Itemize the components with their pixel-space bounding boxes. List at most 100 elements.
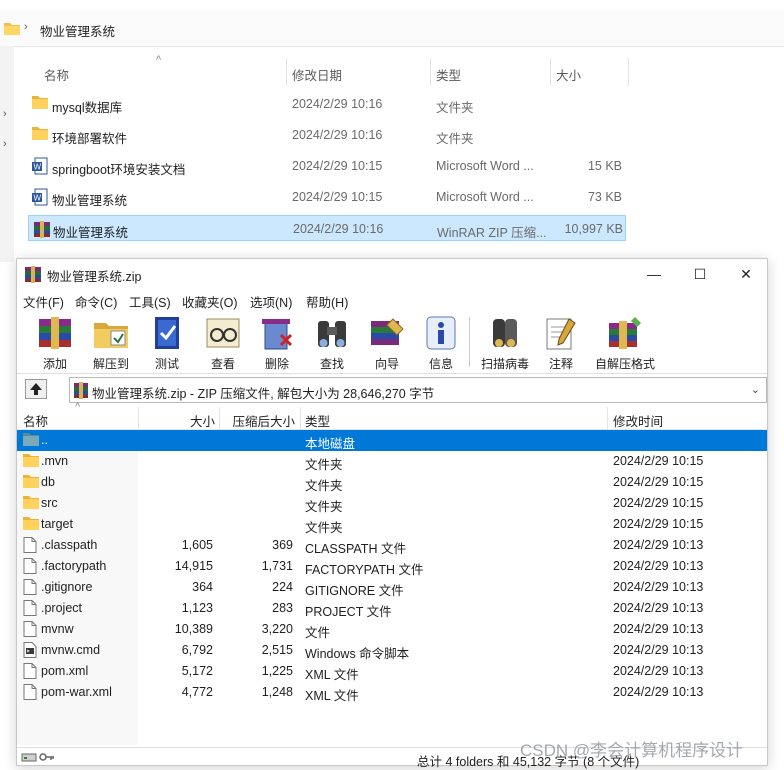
entry-type: FACTORYPATH 文件 bbox=[305, 563, 424, 577]
watermark: CSDN @李会计算机程序设计 bbox=[520, 741, 744, 760]
entry-type: Windows 命令脚本 bbox=[305, 647, 410, 661]
drive-icon bbox=[21, 751, 37, 763]
archive-row[interactable]: .gitignore 364 224 GITIGNORE 文件 2024/2/29 10… bbox=[17, 577, 767, 598]
archive-row[interactable]: pom.xml 5,172 1,225 XML 文件 2024/2/29 10:13 bbox=[17, 661, 767, 682]
extract-to-button[interactable]: 解压到 bbox=[85, 313, 137, 371]
chevron-right-icon[interactable]: › bbox=[3, 108, 7, 120]
up-folder-button[interactable] bbox=[25, 379, 47, 399]
close-button[interactable]: ✕ bbox=[723, 259, 769, 289]
archive-row[interactable]: mvnw 10,389 3,220 文件 2024/2/29 10:13 bbox=[17, 619, 767, 640]
toolbar-separator bbox=[469, 317, 470, 367]
find-button[interactable]: 查找 bbox=[306, 313, 358, 371]
entry-name: src bbox=[41, 496, 58, 510]
file-type: 文件夹 bbox=[436, 132, 474, 146]
archive-row[interactable]: db 文件夹 2024/2/29 10:15 bbox=[17, 472, 767, 493]
entry-modified: 2024/2/29 10:15 bbox=[613, 475, 704, 489]
entry-type: 文件夹 bbox=[305, 500, 343, 514]
entry-name: db bbox=[41, 475, 55, 489]
test-button[interactable]: 测试 bbox=[141, 313, 193, 371]
archive-row[interactable]: mvnw.cmd 6,792 2,515 Windows 命令脚本 2024/2/29 … bbox=[17, 640, 767, 661]
file-size: 15 KB bbox=[587, 159, 622, 173]
folder-icon bbox=[23, 495, 39, 509]
explorer-file-row[interactable]: mysql数据库 2024/2/29 10:16 文件夹 bbox=[28, 91, 626, 117]
entry-name: .. bbox=[41, 433, 48, 447]
file-name: 物业管理系统 bbox=[53, 226, 129, 240]
entry-type: XML 文件 bbox=[305, 668, 359, 682]
explorer-file-row[interactable]: 物业管理系统 2024/2/29 10:16 WinRAR ZIP 压缩... 10,… bbox=[28, 215, 626, 241]
chevron-right-icon: › bbox=[24, 21, 28, 33]
parent-folder-icon bbox=[23, 432, 39, 446]
chevron-down-icon: ⌄ bbox=[750, 384, 760, 396]
folder-icon bbox=[32, 126, 48, 140]
col-name[interactable]: 名称 bbox=[23, 411, 48, 430]
archive-row[interactable]: .project 1,123 283 PROJECT 文件 2024/2/29 10:1… bbox=[17, 598, 767, 619]
column-type[interactable]: 类型 bbox=[436, 65, 461, 84]
col-packed[interactable]: 压缩后大小 bbox=[225, 411, 295, 430]
file-explorer-window: › 物业管理系统 › › 名称 ^ 修改日期 类型 大小 mysql数据库 202… bbox=[0, 0, 784, 262]
window-title: 物业管理系统.zip bbox=[47, 270, 142, 284]
address-bar[interactable]: › 物业管理系统 bbox=[0, 10, 784, 47]
folder-icon bbox=[23, 516, 39, 530]
file-icon bbox=[23, 600, 37, 616]
delete-button[interactable]: 删除 bbox=[251, 313, 303, 371]
cmd-script-icon bbox=[23, 642, 37, 658]
explorer-column-header: 名称 ^ 修改日期 类型 大小 bbox=[28, 54, 629, 86]
archive-row[interactable]: target 文件夹 2024/2/29 10:15 bbox=[17, 514, 767, 535]
archive-path-dropdown[interactable]: 物业管理系统.zip - ZIP 压缩文件, 解包大小为 28,646,270 … bbox=[69, 377, 767, 403]
col-type[interactable]: 类型 bbox=[305, 411, 330, 430]
file-type: 文件夹 bbox=[436, 101, 474, 115]
archive-row[interactable]: src 文件夹 2024/2/29 10:15 bbox=[17, 493, 767, 514]
file-date: 2024/2/29 10:15 bbox=[292, 190, 383, 204]
col-size[interactable]: 大小 bbox=[167, 411, 215, 430]
explorer-file-row[interactable]: W 物业管理系统 2024/2/29 10:15 Microsoft Word ...… bbox=[28, 184, 626, 210]
view-button[interactable]: 查看 bbox=[197, 313, 249, 371]
entry-modified: 2024/2/29 10:13 bbox=[613, 685, 704, 699]
menu-commands[interactable]: 命令(C) bbox=[75, 292, 117, 311]
entry-type: 文件 bbox=[305, 626, 331, 640]
entry-modified: 2024/2/29 10:13 bbox=[613, 601, 704, 615]
comment-button[interactable]: 注释 bbox=[535, 313, 587, 371]
zip-archive-icon bbox=[73, 381, 89, 399]
menu-options[interactable]: 选项(N) bbox=[250, 292, 292, 311]
menu-favorites[interactable]: 收藏夹(O) bbox=[182, 292, 238, 311]
chevron-right-icon[interactable]: › bbox=[3, 138, 7, 150]
menu-tools[interactable]: 工具(S) bbox=[129, 292, 171, 311]
title-bar[interactable]: 物业管理系统.zip — ☐ ✕ bbox=[17, 259, 767, 289]
archive-row[interactable]: .classpath 1,605 369 CLASSPATH 文件 2024/2/29 … bbox=[17, 535, 767, 556]
file-name: 环境部署软件 bbox=[52, 132, 128, 146]
file-type: Microsoft Word ... bbox=[436, 190, 534, 204]
binoculars-icon bbox=[306, 313, 358, 353]
scan-virus-button[interactable]: 扫描病毒 bbox=[479, 313, 531, 371]
col-modified[interactable]: 修改时间 bbox=[613, 411, 663, 430]
column-size[interactable]: 大小 bbox=[556, 65, 581, 84]
file-icon bbox=[23, 558, 37, 574]
file-name: springboot环境安装文档 bbox=[52, 163, 186, 177]
sfx-label: 自解压格式 bbox=[594, 357, 655, 371]
column-date[interactable]: 修改日期 bbox=[292, 65, 342, 84]
parent-folder-row[interactable]: .. 本地磁盘 bbox=[17, 430, 767, 451]
toolbar: 添加 解压到 测试 查看 删除 查找 向导 信息 扫描病毒 注释 自解压格式 bbox=[17, 311, 767, 374]
file-date: 2024/2/29 10:16 bbox=[292, 97, 383, 111]
menu-help[interactable]: 帮助(H) bbox=[306, 292, 348, 311]
entry-modified: 2024/2/29 10:15 bbox=[613, 496, 704, 510]
column-name[interactable]: 名称 bbox=[44, 65, 69, 84]
archive-row[interactable]: .mvn 文件夹 2024/2/29 10:15 bbox=[17, 451, 767, 472]
maximize-button[interactable]: ☐ bbox=[677, 259, 723, 289]
info-button[interactable]: 信息 bbox=[415, 313, 467, 371]
archive-row[interactable]: pom-war.xml 4,772 1,248 XML 文件 2024/2/29 10:… bbox=[17, 682, 767, 703]
menu-file[interactable]: 文件(F) bbox=[23, 292, 64, 311]
explorer-file-row[interactable]: Wspringboot环境安装文档 2024/2/29 10:15 Microsof… bbox=[28, 153, 626, 179]
minimize-button[interactable]: — bbox=[631, 259, 677, 289]
entry-size: 6,792 bbox=[181, 643, 213, 657]
info-icon bbox=[415, 313, 467, 353]
breadcrumb[interactable]: 物业管理系统 bbox=[40, 21, 115, 40]
sfx-button[interactable]: 自解压格式 bbox=[595, 313, 655, 371]
test-icon bbox=[141, 313, 193, 353]
wizard-button[interactable]: 向导 bbox=[361, 313, 413, 371]
entry-name: .gitignore bbox=[41, 580, 93, 594]
archive-row[interactable]: .factorypath 14,915 1,731 FACTORYPATH 文件 202… bbox=[17, 556, 767, 577]
add-button[interactable]: 添加 bbox=[29, 313, 81, 371]
explorer-file-row[interactable]: 环境部署软件 2024/2/29 10:16 文件夹 bbox=[28, 122, 626, 148]
entry-type: 文件夹 bbox=[305, 521, 343, 535]
virus-scan-icon bbox=[479, 313, 531, 353]
